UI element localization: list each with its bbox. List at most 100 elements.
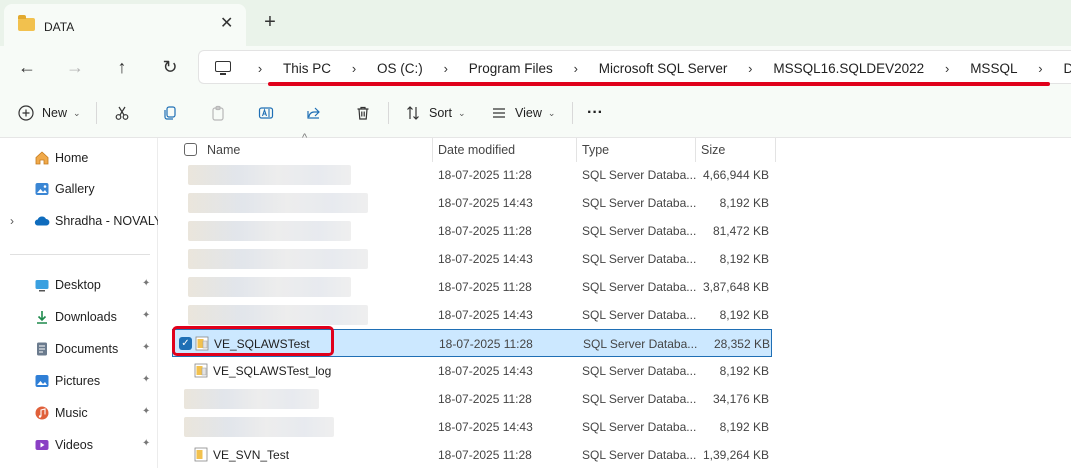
pin-icon[interactable]: ✦ [142,438,150,449]
sidebar-item-home[interactable]: Home [0,145,158,171]
sidebar-item-pictures[interactable]: Pictures ✦ [0,368,158,394]
breadcrumb-item[interactable]: Microsoft SQL Server [591,61,736,76]
sidebar-item-music[interactable]: Music ✦ [0,400,158,426]
file-row[interactable]: 18-07-2025 14:43 SQL Server Databa... 8,… [172,413,772,441]
documents-icon [37,342,47,356]
up-button[interactable]: ↑ [108,54,136,80]
share-button[interactable] [306,98,322,128]
file-date: 18-07-2025 11:28 [438,224,532,238]
pin-icon[interactable]: ✦ [142,342,150,353]
breadcrumb-item[interactable]: Program Files [461,61,561,76]
file-type: SQL Server Databa... [582,252,697,266]
gallery-icon [35,183,49,195]
tab-data[interactable]: DATA ✕ [4,4,246,46]
file-row[interactable]: 18-07-2025 14:43 SQL Server Databa... 8,… [172,245,772,273]
breadcrumb-separator[interactable]: › [431,61,461,76]
onedrive-cloud-icon [34,216,50,226]
pin-icon[interactable]: ✦ [142,374,150,385]
address-bar[interactable]: › This PC › OS (C:) › Program Files › Mi… [198,50,1071,84]
breadcrumb-item[interactable]: This PC [275,61,339,76]
breadcrumb-separator[interactable]: › [561,61,591,76]
rename-icon [258,107,274,119]
sidebar-item-videos[interactable]: Videos ✦ [0,432,158,458]
file-type: SQL Server Databa... [582,448,697,462]
file-date: 18-07-2025 11:28 [438,280,532,294]
file-row[interactable]: 18-07-2025 11:28 SQL Server Databa... 3,… [172,273,772,301]
file-date: 18-07-2025 11:28 [438,168,532,182]
file-size: 34,176 KB [712,392,769,406]
pin-icon[interactable]: ✦ [142,310,150,321]
file-size: 8,192 KB [719,252,769,266]
log-file-icon [194,363,208,378]
breadcrumb-separator[interactable]: › [735,61,765,76]
cut-button[interactable] [114,98,130,128]
redacted-filename [188,249,368,269]
sidebar-item-documents[interactable]: Documents ✦ [0,336,158,362]
select-all-checkbox[interactable] [184,143,197,156]
file-type: SQL Server Databa... [582,224,697,238]
forward-button[interactable]: → [61,54,89,80]
view-label: View [515,106,542,120]
delete-button[interactable] [355,98,371,128]
file-size: 8,192 KB [719,364,769,378]
sort-button[interactable]: Sort ⌄ [405,98,465,128]
file-name: VE_SVN_Test [213,448,290,462]
sidebar-item-downloads[interactable]: Downloads ✦ [0,304,158,330]
breadcrumb-item[interactable]: MSSQL16.SQLDEV2022 [765,61,932,76]
sidebar-item-gallery[interactable]: Gallery [0,176,158,202]
file-row[interactable]: 18-07-2025 11:28 SQL Server Databa... 81… [172,217,772,245]
sidebar-item-onedrive[interactable]: › Shradha - NOVALYS [0,208,171,234]
pin-icon[interactable]: ✦ [142,278,150,289]
back-button[interactable]: ← [13,54,41,80]
chevron-right-icon[interactable]: › [10,214,14,228]
copy-button[interactable] [162,98,178,128]
column-divider[interactable] [576,138,577,162]
redacted-filename [188,277,351,297]
refresh-button[interactable]: ↻ [156,54,184,80]
file-type: SQL Server Databa... [582,168,697,182]
this-pc-icon[interactable] [215,61,231,75]
more-options-button[interactable]: ··· [587,98,603,128]
breadcrumb-item[interactable]: DATA [1055,61,1071,76]
new-tab-button[interactable]: + [260,12,280,32]
breadcrumb-separator[interactable]: › [339,61,369,76]
pin-icon[interactable]: ✦ [142,406,150,417]
file-row[interactable]: VE_SVN_Test 18-07-2025 11:28 SQL Server … [172,441,772,468]
file-date: 18-07-2025 11:28 [438,392,532,406]
breadcrumb-item[interactable]: MSSQL [962,61,1025,76]
column-header-type[interactable]: Type [582,138,609,162]
file-row[interactable]: 18-07-2025 11:28 SQL Server Databa... 4,… [172,161,772,189]
breadcrumb-item[interactable]: OS (C:) [369,61,431,76]
file-type: SQL Server Databa... [582,280,697,294]
column-divider[interactable] [775,138,776,162]
toolbar-divider [388,102,389,124]
breadcrumb-separator[interactable]: › [245,61,275,76]
column-header-date[interactable]: Date modified [438,138,515,162]
file-size: 8,192 KB [719,308,769,322]
breadcrumb-separator[interactable]: › [932,61,962,76]
file-date: 18-07-2025 14:43 [438,308,533,322]
file-size: 8,192 KB [719,196,769,210]
column-divider[interactable] [432,138,433,162]
sidebar-item-label: Gallery [55,182,95,196]
column-header-size[interactable]: Size [701,138,725,162]
file-row[interactable]: 18-07-2025 14:43 SQL Server Databa... 8,… [172,189,772,217]
file-date: 18-07-2025 14:43 [438,196,533,210]
redacted-filename [188,165,351,185]
file-size: 28,352 KB [713,337,770,351]
file-row[interactable]: VE_SQLAWSTest_log 18-07-2025 14:43 SQL S… [172,357,772,385]
new-button[interactable]: New ⌄ [18,98,81,128]
view-button[interactable]: View ⌄ [491,98,555,128]
file-size: 4,66,944 KB [702,168,769,182]
column-divider[interactable] [695,138,696,162]
file-row[interactable]: 18-07-2025 14:43 SQL Server Databa... 8,… [172,301,772,329]
file-type: SQL Server Databa... [583,337,698,351]
column-header-name[interactable]: Name [207,138,240,162]
file-row[interactable]: 18-07-2025 11:28 SQL Server Databa... 34… [172,385,772,413]
copy-icon [164,106,176,120]
close-tab-icon[interactable]: ✕ [220,16,233,32]
paste-button[interactable] [210,98,226,128]
breadcrumb-separator[interactable]: › [1025,61,1055,76]
sidebar-item-desktop[interactable]: Desktop ✦ [0,272,158,298]
rename-button[interactable] [258,98,274,128]
